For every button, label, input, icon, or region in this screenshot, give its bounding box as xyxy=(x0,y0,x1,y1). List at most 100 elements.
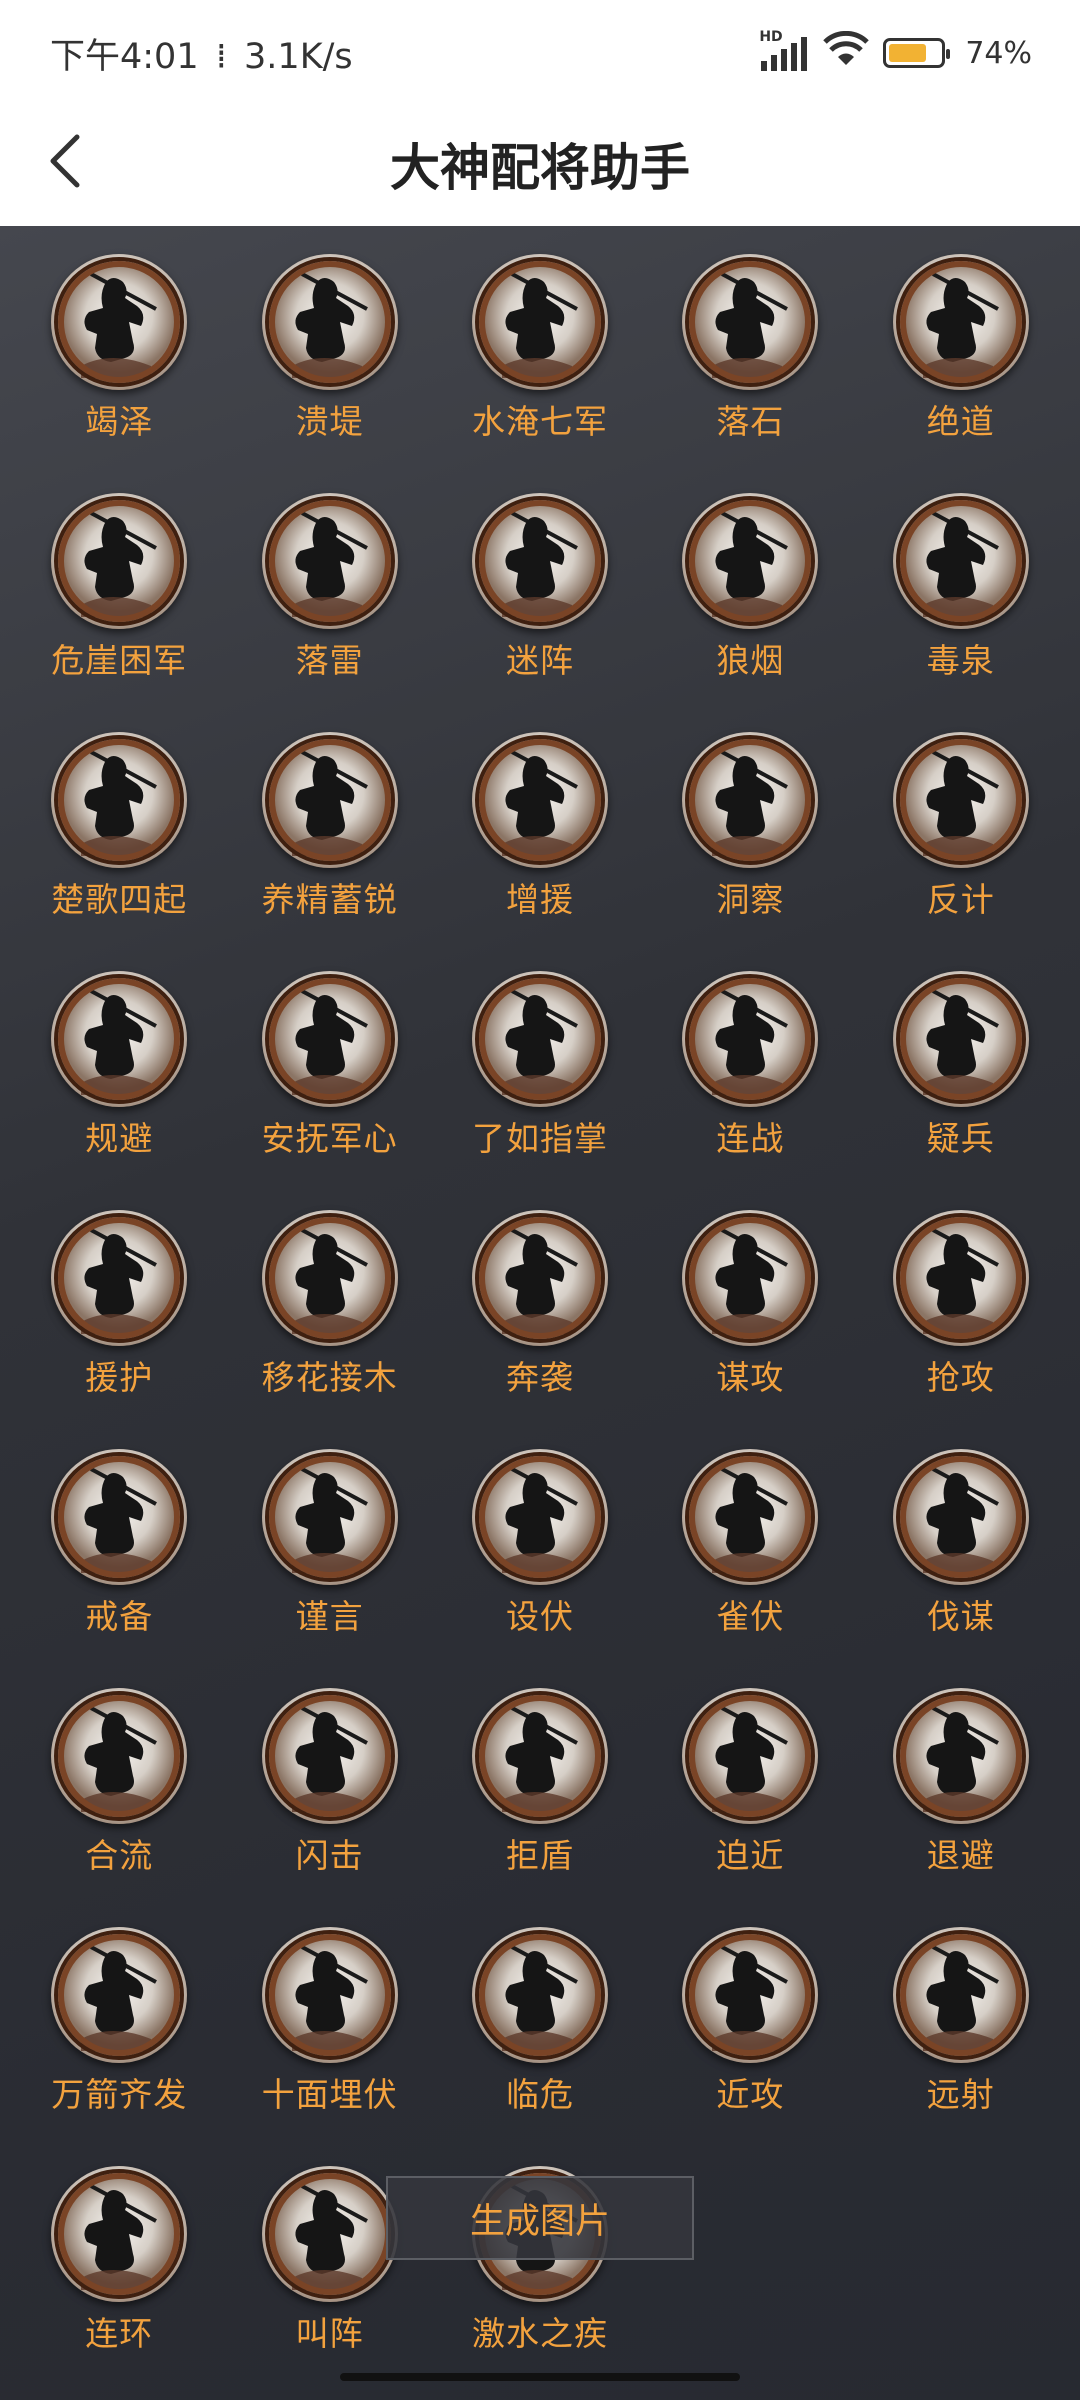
skill-label: 抢攻 xyxy=(926,1358,995,1397)
warrior-silhouette-icon xyxy=(51,493,188,629)
skill-item[interactable]: 退避 xyxy=(856,1660,1066,1899)
warrior-silhouette-icon xyxy=(51,2166,188,2302)
warrior-silhouette-icon xyxy=(892,1927,1029,2063)
skill-label: 反计 xyxy=(926,880,995,919)
warrior-silhouette-icon xyxy=(471,1449,608,1585)
skill-label: 洞察 xyxy=(716,880,785,919)
skill-item[interactable]: 移花接木 xyxy=(224,1182,434,1421)
skill-label: 安抚军心 xyxy=(261,1119,398,1158)
warrior-silhouette-icon xyxy=(471,254,608,390)
generate-image-button[interactable]: 生成图片 xyxy=(386,2176,694,2260)
home-indicator[interactable] xyxy=(340,2373,740,2381)
warrior-silhouette-icon xyxy=(51,1927,188,2063)
skill-item[interactable]: 竭泽 xyxy=(14,226,224,465)
skill-item[interactable]: 反计 xyxy=(856,704,1066,943)
skill-item[interactable]: 戒备 xyxy=(14,1421,224,1660)
skill-item[interactable]: 谨言 xyxy=(224,1421,434,1660)
skill-label: 迫近 xyxy=(716,1836,785,1875)
warrior-silhouette-icon xyxy=(892,732,1029,868)
skill-item[interactable]: 援护 xyxy=(14,1182,224,1421)
skill-item[interactable]: 狼烟 xyxy=(645,465,855,704)
warrior-silhouette-icon xyxy=(471,971,608,1107)
warrior-silhouette-icon xyxy=(471,493,608,629)
status-icons: HD 74% xyxy=(759,28,1032,78)
skill-item[interactable]: 拒盾 xyxy=(435,1660,645,1899)
skill-label: 毒泉 xyxy=(926,641,995,680)
warrior-silhouette-icon xyxy=(892,1210,1029,1346)
skill-item[interactable]: 疑兵 xyxy=(856,943,1066,1182)
skill-label: 狼烟 xyxy=(716,641,785,680)
warrior-silhouette-icon xyxy=(682,1449,819,1585)
warrior-silhouette-icon xyxy=(892,971,1029,1107)
skill-label: 溃堤 xyxy=(295,402,364,441)
skill-item[interactable]: 危崖困军 xyxy=(14,465,224,704)
warrior-silhouette-icon xyxy=(682,732,819,868)
warrior-silhouette-icon xyxy=(682,493,819,629)
skill-item[interactable]: 安抚军心 xyxy=(224,943,434,1182)
skill-grid-panel[interactable]: 竭泽 溃堤 水淹七军 落石 绝道 危崖困军 落雷 迷阵 狼烟 毒泉 楚歌四起 养… xyxy=(0,226,1080,2400)
skill-label: 养精蓄锐 xyxy=(261,880,398,919)
skill-item[interactable]: 养精蓄锐 xyxy=(224,704,434,943)
skill-item[interactable]: 连环 xyxy=(14,2138,224,2377)
warrior-silhouette-icon xyxy=(682,1688,819,1824)
skill-item[interactable]: 奔袭 xyxy=(435,1182,645,1421)
skill-item[interactable]: 迫近 xyxy=(645,1660,855,1899)
skill-item[interactable]: 伐谋 xyxy=(856,1421,1066,1660)
warrior-silhouette-icon xyxy=(892,1449,1029,1585)
skill-item[interactable]: 落石 xyxy=(645,226,855,465)
warrior-silhouette-icon xyxy=(682,971,819,1107)
warrior-silhouette-icon xyxy=(471,1210,608,1346)
skill-item[interactable]: 十面埋伏 xyxy=(224,1899,434,2138)
skill-label: 谨言 xyxy=(295,1597,364,1636)
signal-icon: HD xyxy=(759,29,809,71)
warrior-silhouette-icon xyxy=(51,971,188,1107)
skill-item[interactable]: 近攻 xyxy=(645,1899,855,2138)
skill-item[interactable]: 规避 xyxy=(14,943,224,1182)
skill-item[interactable]: 设伏 xyxy=(435,1421,645,1660)
skill-item[interactable]: 溃堤 xyxy=(224,226,434,465)
skill-label: 迷阵 xyxy=(505,641,574,680)
skill-item[interactable]: 了如指掌 xyxy=(435,943,645,1182)
skill-item[interactable]: 水淹七军 xyxy=(435,226,645,465)
skill-label: 远射 xyxy=(926,2075,995,2114)
warrior-silhouette-icon xyxy=(471,1927,608,2063)
skill-label: 竭泽 xyxy=(85,402,154,441)
skill-label: 楚歌四起 xyxy=(51,880,188,919)
skill-item[interactable]: 楚歌四起 xyxy=(14,704,224,943)
skill-item[interactable]: 绝道 xyxy=(856,226,1066,465)
skill-label: 了如指掌 xyxy=(471,1119,608,1158)
skill-label: 万箭齐发 xyxy=(51,2075,188,2114)
skill-label: 拒盾 xyxy=(505,1836,574,1875)
page-title: 大神配将助手 xyxy=(390,139,690,197)
skill-label: 激水之疾 xyxy=(471,2314,608,2353)
skill-label: 增援 xyxy=(505,880,574,919)
skill-label: 奔袭 xyxy=(505,1358,574,1397)
skill-item[interactable]: 增援 xyxy=(435,704,645,943)
skill-item[interactable]: 远射 xyxy=(856,1899,1066,2138)
warrior-silhouette-icon xyxy=(682,254,819,390)
skill-item[interactable]: 谋攻 xyxy=(645,1182,855,1421)
warrior-silhouette-icon xyxy=(892,493,1029,629)
skill-item[interactable]: 毒泉 xyxy=(856,465,1066,704)
skill-label: 移花接木 xyxy=(261,1358,398,1397)
skill-label: 设伏 xyxy=(505,1597,574,1636)
skill-item[interactable]: 落雷 xyxy=(224,465,434,704)
skill-item[interactable]: 万箭齐发 xyxy=(14,1899,224,2138)
skill-label: 合流 xyxy=(85,1836,154,1875)
skill-item[interactable]: 合流 xyxy=(14,1660,224,1899)
skill-label: 戒备 xyxy=(85,1597,154,1636)
warrior-silhouette-icon xyxy=(261,1688,398,1824)
skill-item[interactable]: 临危 xyxy=(435,1899,645,2138)
skill-item[interactable]: 迷阵 xyxy=(435,465,645,704)
skill-item[interactable]: 闪击 xyxy=(224,1660,434,1899)
skill-item[interactable]: 抢攻 xyxy=(856,1182,1066,1421)
warrior-silhouette-icon xyxy=(471,732,608,868)
skill-item[interactable]: 雀伏 xyxy=(645,1421,855,1660)
skill-item[interactable]: 洞察 xyxy=(645,704,855,943)
status-bar: 下午4:01 ⁞ 3.1K/s HD 74% xyxy=(0,0,1080,100)
warrior-silhouette-icon xyxy=(682,1210,819,1346)
skill-label: 谋攻 xyxy=(716,1358,785,1397)
skill-label: 十面埋伏 xyxy=(261,2075,398,2114)
network-speed: 3.1K/s xyxy=(244,37,353,77)
skill-item[interactable]: 连战 xyxy=(645,943,855,1182)
